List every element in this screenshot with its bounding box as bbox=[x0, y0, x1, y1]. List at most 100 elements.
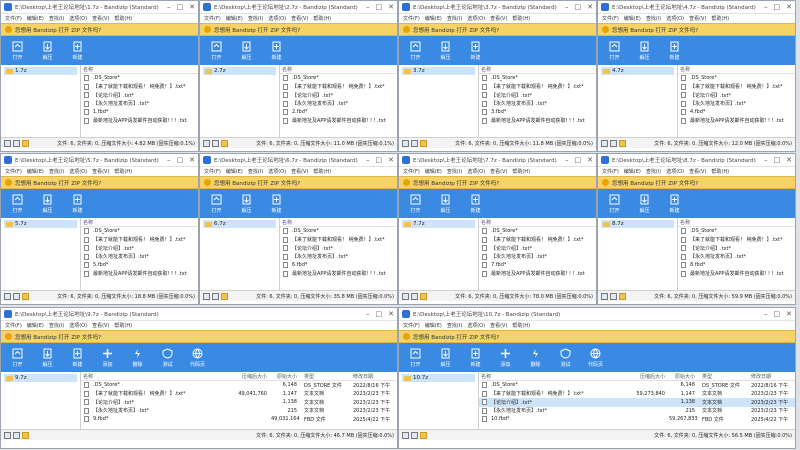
minimize-icon[interactable]: – bbox=[366, 156, 370, 164]
folder-view-icon[interactable] bbox=[619, 139, 626, 147]
menu-item[interactable]: 选项(O) bbox=[69, 15, 87, 22]
minimize-icon[interactable]: – bbox=[366, 310, 370, 318]
table-row[interactable]: .DS_Store* 6,148 DS_STORE 文件 2022/8/16 下午 bbox=[479, 381, 795, 390]
notice-banner[interactable]: 您想用 Bandizip 打开 ZIP 文件吗? bbox=[1, 176, 198, 189]
maximize-icon[interactable]: □ bbox=[575, 3, 582, 11]
folder-view-icon[interactable] bbox=[420, 292, 427, 300]
minimize-icon[interactable]: – bbox=[565, 3, 569, 11]
view-detail-icon[interactable] bbox=[610, 292, 617, 300]
tree-item-archive[interactable]: 9.7z bbox=[4, 374, 77, 382]
toolbar-button-1[interactable]: 解压 bbox=[34, 190, 61, 217]
col-name-header[interactable]: 名称 bbox=[81, 373, 223, 380]
menu-item[interactable]: 文件(F) bbox=[5, 15, 22, 22]
toolbar-button-1[interactable]: 解压 bbox=[432, 37, 459, 64]
maximize-icon[interactable]: □ bbox=[376, 156, 383, 164]
list-item[interactable]: 【来了就能下载和观看！ 纯免费！】.txt* bbox=[280, 83, 397, 92]
menu-item[interactable]: 查找(I) bbox=[49, 168, 64, 175]
toolbar-button-2[interactable]: 新建 bbox=[462, 344, 489, 371]
menu-item[interactable]: 帮助(H) bbox=[711, 15, 729, 22]
toolbar-button-0[interactable]: 打开 bbox=[402, 37, 429, 64]
toolbar-button-2[interactable]: 新建 bbox=[64, 190, 91, 217]
toolbar-button-0[interactable]: 打开 bbox=[601, 37, 628, 64]
close-icon[interactable]: ✕ bbox=[388, 156, 394, 164]
view-detail-icon[interactable] bbox=[610, 139, 617, 147]
notice-banner[interactable]: 您想用 Bandizip 打开 ZIP 文件吗? bbox=[200, 176, 397, 189]
view-list-icon[interactable] bbox=[4, 292, 11, 300]
list-item[interactable]: 【论坛介绍】.txt* bbox=[81, 244, 198, 253]
menu-item[interactable]: 编辑(E) bbox=[624, 168, 641, 175]
menu-item[interactable]: 编辑(E) bbox=[226, 15, 243, 22]
notice-banner[interactable]: 您想用 Bandizip 打开 ZIP 文件吗? bbox=[1, 330, 397, 343]
menu-item[interactable]: 帮助(H) bbox=[114, 15, 132, 22]
notice-banner[interactable]: 您想用 Bandizip 打开 ZIP 文件吗? bbox=[200, 23, 397, 36]
toolbar-button-0[interactable]: 打开 bbox=[4, 344, 31, 371]
menu-item[interactable]: 查找(I) bbox=[49, 322, 64, 329]
list-item[interactable]: 最新地址及APP请发邮件自动获取! ! ! .txt bbox=[81, 117, 198, 126]
close-icon[interactable]: ✕ bbox=[786, 3, 792, 11]
col-name-header[interactable]: 名称 bbox=[280, 66, 397, 73]
toolbar-button-0[interactable]: 打开 bbox=[4, 190, 31, 217]
toolbar-button-0[interactable]: 打开 bbox=[402, 190, 429, 217]
toolbar-button-2[interactable]: 新建 bbox=[263, 190, 290, 217]
list-item[interactable]: 最新地址及APP请发邮件自动获取! ! ! .txt bbox=[479, 270, 596, 279]
list-item[interactable]: 1.fbd* bbox=[81, 108, 198, 117]
menu-item[interactable]: 查看(V) bbox=[490, 15, 507, 22]
menu-item[interactable]: 选项(O) bbox=[666, 168, 684, 175]
close-icon[interactable]: ✕ bbox=[587, 156, 593, 164]
minimize-icon[interactable]: – bbox=[764, 310, 768, 318]
col-name-header[interactable]: 名称 bbox=[81, 219, 198, 226]
menu-item[interactable]: 查找(I) bbox=[447, 15, 462, 22]
table-row[interactable]: 【论坛介绍】.txt* 1,138 文本文档 2023/2/23 下午 bbox=[479, 398, 795, 407]
toolbar-button-6[interactable]: 代码页 bbox=[582, 344, 609, 371]
minimize-icon[interactable]: – bbox=[764, 3, 768, 11]
tree-item-archive[interactable]: 5.7z bbox=[4, 220, 77, 228]
menu-item[interactable]: 查找(I) bbox=[248, 15, 263, 22]
col-type-header[interactable]: 类型 bbox=[301, 373, 353, 380]
maximize-icon[interactable]: □ bbox=[774, 156, 781, 164]
menu-item[interactable]: 查看(V) bbox=[92, 15, 109, 22]
folder-view-icon[interactable] bbox=[420, 139, 427, 147]
menu-item[interactable]: 文件(F) bbox=[602, 168, 619, 175]
table-row[interactable]: 【论坛介绍】.txt* 1,138 文本文档 2023/2/23 下午 bbox=[81, 398, 397, 407]
view-detail-icon[interactable] bbox=[13, 431, 20, 439]
list-item[interactable]: .DS_Store* bbox=[81, 227, 198, 236]
view-detail-icon[interactable] bbox=[411, 139, 418, 147]
list-item[interactable]: 【来了就能下载和观看！ 纯免费！】.txt* bbox=[479, 236, 596, 245]
folder-view-icon[interactable] bbox=[221, 139, 228, 147]
toolbar-button-0[interactable]: 打开 bbox=[203, 37, 230, 64]
menu-item[interactable]: 选项(O) bbox=[467, 322, 485, 329]
tree-item-archive[interactable]: 4.7z bbox=[601, 67, 674, 75]
notice-banner[interactable]: 您想用 Bandizip 打开 ZIP 文件吗? bbox=[399, 23, 596, 36]
menu-item[interactable]: 帮助(H) bbox=[114, 168, 132, 175]
menu-item[interactable]: 编辑(E) bbox=[27, 15, 44, 22]
list-item[interactable]: 【来了就能下载和观看！ 纯免费！】.txt* bbox=[81, 236, 198, 245]
menu-item[interactable]: 选项(O) bbox=[666, 15, 684, 22]
menu-item[interactable]: 选项(O) bbox=[69, 168, 87, 175]
list-item[interactable]: 4.fbd* bbox=[678, 108, 795, 117]
list-item[interactable]: 【论坛介绍】.txt* bbox=[280, 244, 397, 253]
table-row[interactable]: 10.fbd* 59,267,833 FBD 文件 2025/4/22 下午 bbox=[479, 415, 795, 424]
menu-item[interactable]: 选项(O) bbox=[268, 15, 286, 22]
menu-item[interactable]: 编辑(E) bbox=[27, 168, 44, 175]
toolbar-button-1[interactable]: 解压 bbox=[34, 37, 61, 64]
view-detail-icon[interactable] bbox=[212, 139, 219, 147]
list-item[interactable]: 【永久地址发布页】.txt* bbox=[479, 100, 596, 109]
close-icon[interactable]: ✕ bbox=[189, 156, 195, 164]
menu-item[interactable]: 文件(F) bbox=[5, 168, 22, 175]
toolbar-button-5[interactable]: 测试 bbox=[154, 344, 181, 371]
toolbar-button-3[interactable]: 添加 bbox=[492, 344, 519, 371]
col-name-header[interactable]: 名称 bbox=[678, 66, 795, 73]
list-item[interactable]: 【永久地址发布页】.txt* bbox=[479, 253, 596, 262]
menu-item[interactable]: 查看(V) bbox=[689, 168, 706, 175]
tree-item-archive[interactable]: 3.7z bbox=[402, 67, 475, 75]
close-icon[interactable]: ✕ bbox=[189, 3, 195, 11]
menu-item[interactable]: 查看(V) bbox=[291, 15, 308, 22]
maximize-icon[interactable]: □ bbox=[575, 156, 582, 164]
maximize-icon[interactable]: □ bbox=[177, 3, 184, 11]
list-item[interactable]: 【论坛介绍】.txt* bbox=[479, 244, 596, 253]
col-name-header[interactable]: 名称 bbox=[678, 219, 795, 226]
toolbar-button-0[interactable]: 打开 bbox=[601, 190, 628, 217]
tree-item-archive[interactable]: 7.7z bbox=[402, 220, 475, 228]
col-name-header[interactable]: 名称 bbox=[280, 219, 397, 226]
menu-item[interactable]: 查找(I) bbox=[248, 168, 263, 175]
